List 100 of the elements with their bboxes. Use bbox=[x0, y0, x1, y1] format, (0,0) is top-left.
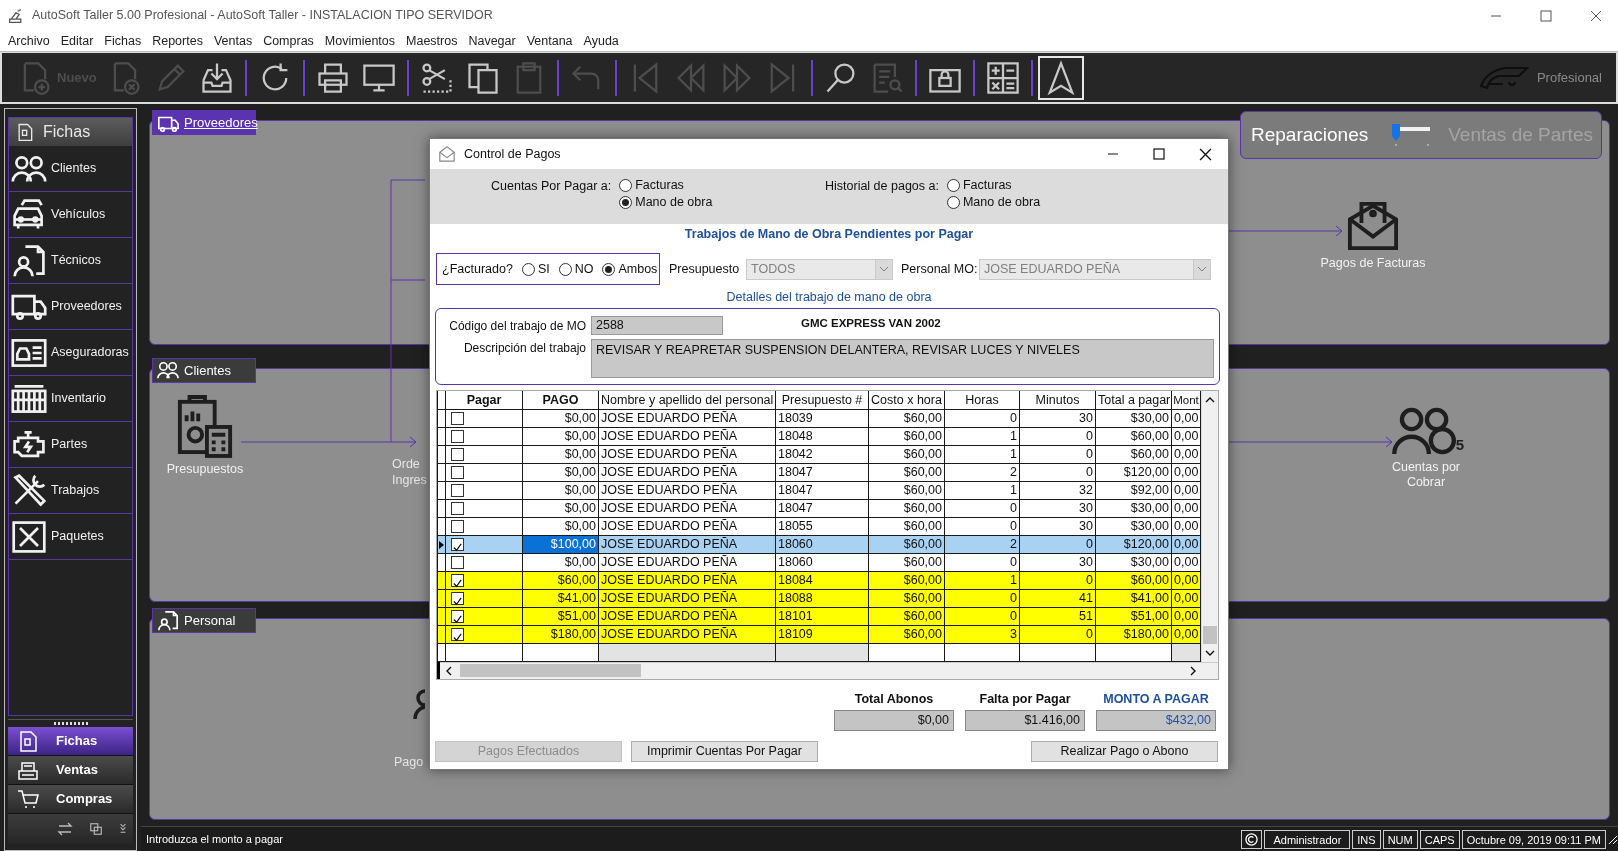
sidebar-item[interactable]: Aseguradoras bbox=[9, 330, 132, 376]
table-cell: 0,00 bbox=[1171, 607, 1201, 625]
radio-option[interactable]: Facturas bbox=[619, 177, 713, 194]
swap-arrows-icon[interactable] bbox=[57, 821, 73, 837]
scroll-right-icon[interactable] bbox=[1190, 665, 1196, 676]
column-header[interactable]: Total a pagar bbox=[1095, 391, 1172, 409]
panel-tab[interactable]: Clientes bbox=[152, 358, 256, 383]
sidebar-item[interactable]: Técnicos bbox=[9, 238, 132, 284]
menu-item[interactable]: Maestros bbox=[402, 31, 465, 51]
table-cell: $30,00 bbox=[1095, 553, 1172, 571]
splitter-handle[interactable] bbox=[53, 722, 88, 725]
windows-icon[interactable] bbox=[89, 822, 103, 836]
table-cell: $0,00 bbox=[522, 409, 599, 427]
table-cell: 0 bbox=[1019, 625, 1096, 643]
column-header[interactable]: Minutos bbox=[1019, 391, 1096, 409]
field-label: Descripción del trabajo bbox=[462, 340, 587, 357]
envelope-icon[interactable] bbox=[1346, 200, 1400, 252]
radio-option[interactable]: Mano de obra bbox=[946, 194, 1041, 211]
column-header[interactable]: PAGO bbox=[522, 391, 599, 409]
section-heading: Detalles del trabajo de mano de obra bbox=[725, 289, 933, 305]
menu-item[interactable]: Ventas bbox=[209, 31, 260, 51]
sidebar-section-button[interactable]: Ventas bbox=[8, 756, 133, 785]
caret-icon bbox=[879, 266, 889, 272]
text-field[interactable]: 2588 bbox=[591, 316, 723, 335]
column-header[interactable]: Nombre y apellido del personal bbox=[598, 391, 776, 409]
checkbox[interactable] bbox=[451, 465, 464, 479]
table-cell: 32 bbox=[1019, 481, 1096, 499]
action-button[interactable]: Imprimir Cuentas Por Pagar bbox=[631, 740, 818, 762]
menu-item[interactable]: Navegar bbox=[464, 31, 523, 51]
person-document-icon bbox=[11, 242, 47, 279]
scroll-thumb[interactable] bbox=[1203, 625, 1217, 644]
maximize-icon[interactable] bbox=[1153, 148, 1165, 160]
sidebar-item[interactable]: Partes bbox=[9, 422, 132, 468]
table-cell: 18047 bbox=[775, 481, 869, 499]
table-cell: $60,00 bbox=[868, 607, 945, 625]
checkbox[interactable] bbox=[451, 483, 464, 497]
panel-tab[interactable]: Proveedores bbox=[152, 110, 256, 135]
table-cell: 18047 bbox=[775, 499, 869, 517]
sidebar-item[interactable]: Proveedores bbox=[9, 284, 132, 330]
checkbox[interactable] bbox=[451, 537, 464, 551]
column-header[interactable]: Pagar bbox=[445, 391, 523, 409]
sidebar-section-button[interactable]: Fichas bbox=[8, 727, 133, 756]
scroll-down-icon[interactable] bbox=[1205, 649, 1215, 656]
checkbox[interactable] bbox=[451, 411, 464, 425]
checkbox[interactable] bbox=[451, 447, 464, 461]
panel-tab[interactable]: Personal bbox=[152, 608, 256, 633]
menu-item[interactable]: Fichas bbox=[100, 31, 149, 51]
scroll-thumb[interactable] bbox=[460, 664, 641, 677]
mode-option[interactable]: Reparaciones bbox=[1251, 120, 1369, 150]
checkbox[interactable] bbox=[451, 429, 464, 443]
close-icon[interactable] bbox=[1199, 147, 1212, 161]
menu-item[interactable]: Compras bbox=[259, 31, 321, 51]
radio-option[interactable]: SI bbox=[521, 260, 550, 278]
checkbox[interactable] bbox=[451, 591, 464, 605]
menu-item[interactable]: Reportes bbox=[148, 31, 210, 51]
action-button[interactable]: Realizar Pago o Abono bbox=[1031, 740, 1218, 762]
table-cell: $60,00 bbox=[868, 553, 945, 571]
close-icon[interactable] bbox=[1590, 9, 1602, 22]
checkbox[interactable] bbox=[451, 573, 464, 587]
table-cell: 18101 bbox=[775, 607, 869, 625]
table-cell: $180,00 bbox=[1095, 625, 1172, 643]
radio-option[interactable]: Facturas bbox=[946, 177, 1041, 194]
table-cell: $60,00 bbox=[522, 571, 599, 589]
table-cell: JOSE EDUARDO PEÑA bbox=[598, 625, 776, 643]
sidebar-item[interactable]: Inventario bbox=[9, 376, 132, 422]
menu-item[interactable]: Movimientos bbox=[320, 31, 403, 51]
sidebar-section-button[interactable]: Compras bbox=[8, 785, 133, 814]
sidebar-item[interactable]: Paquetes bbox=[9, 514, 132, 560]
status-message: Introduzca el monto a pagar bbox=[146, 831, 283, 847]
scroll-left-icon[interactable] bbox=[446, 665, 452, 676]
radio-option[interactable]: Mano de obra bbox=[619, 194, 713, 211]
radio-option[interactable]: Ambos bbox=[602, 260, 658, 278]
menu-item[interactable]: Archivo bbox=[4, 31, 57, 51]
column-header[interactable]: Horas bbox=[944, 391, 1020, 409]
resize-grip-icon[interactable] bbox=[1606, 833, 1618, 845]
radio-option[interactable]: NO bbox=[558, 260, 594, 278]
column-header[interactable]: Mont bbox=[1171, 391, 1201, 409]
table-cell: $0,00 bbox=[522, 553, 599, 571]
menu-item[interactable]: Ventana bbox=[522, 31, 580, 51]
sidebar-item[interactable]: Trabajos bbox=[9, 468, 132, 514]
node-label: Pagos de Facturas bbox=[1320, 256, 1426, 271]
checkbox[interactable] bbox=[451, 501, 464, 515]
clipboard-chart-icon[interactable] bbox=[176, 394, 234, 458]
toolbar-button[interactable] bbox=[1037, 55, 1084, 100]
sidebar-item[interactable]: Clientes bbox=[9, 146, 132, 192]
menu-item[interactable]: Ayuda bbox=[579, 31, 626, 51]
vertical-scrollbar[interactable] bbox=[1201, 391, 1218, 662]
text-area[interactable]: REVISAR Y REAPRETAR SUSPENSION DELANTERA, REVISAR LUCES Y NIVELES bbox=[591, 339, 1214, 378]
column-header[interactable]: Presupuesto # bbox=[775, 391, 869, 409]
checkbox[interactable] bbox=[451, 519, 464, 533]
scroll-up-icon[interactable] bbox=[1205, 397, 1215, 403]
checkbox[interactable] bbox=[451, 555, 464, 569]
checkbox[interactable] bbox=[451, 627, 464, 641]
table-cell: $60,00 bbox=[868, 481, 945, 499]
table-cell: $30,00 bbox=[1095, 517, 1172, 535]
column-header[interactable]: Costo x hora bbox=[868, 391, 945, 409]
checkbox[interactable] bbox=[451, 609, 464, 623]
sidebar-item[interactable]: Vehículos bbox=[9, 192, 132, 238]
table-cell: 0,00 bbox=[1171, 499, 1201, 517]
menu-item[interactable]: Editar bbox=[56, 31, 101, 51]
